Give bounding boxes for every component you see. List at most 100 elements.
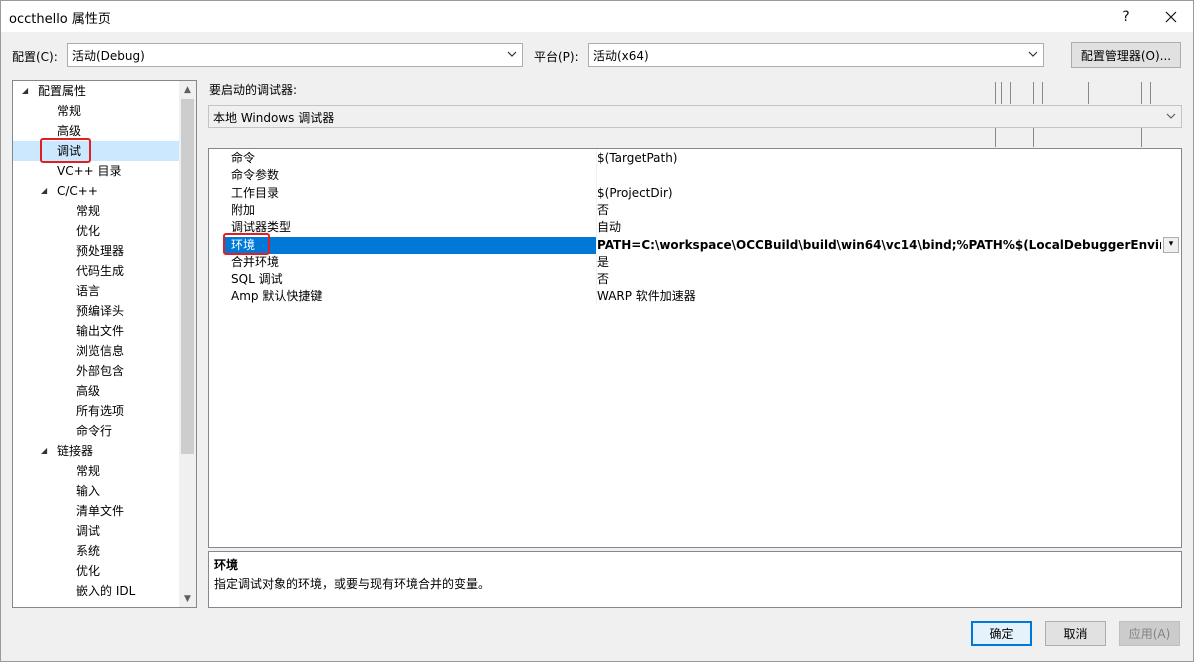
tree-item-label: 嵌入的 IDL (76, 584, 136, 598)
property-row[interactable]: 命令 $(TargetPath) (209, 150, 1181, 167)
cancel-button[interactable]: 取消 (1045, 621, 1106, 646)
tree-item[interactable]: 输出文件 (13, 321, 179, 341)
tree-item[interactable]: 输入 (13, 481, 179, 501)
tree-item-label: 命令行 (76, 424, 113, 438)
description-panel: 环境 指定调试对象的环境，或要与现有环境合并的变量。 (208, 551, 1182, 608)
tree-item[interactable]: ◢ 链接器 (13, 441, 179, 461)
property-grid[interactable]: 命令 $(TargetPath) 命令参数 工作目录 $(ProjectDir) 附加否调… (208, 148, 1182, 548)
debugger-select-value: 本地 Windows 调试器 (213, 111, 335, 125)
tree-item[interactable]: 语言 (13, 281, 179, 301)
property-value[interactable]: 否 (597, 202, 1161, 219)
tree-item-label: 优化 (76, 564, 101, 578)
property-value[interactable]: $(ProjectDir) (597, 185, 1161, 202)
property-name: Amp 默认快捷键 (231, 289, 323, 304)
tree-item[interactable]: 系统 (13, 541, 179, 561)
platform-label: 平台(P): (534, 50, 579, 64)
tree-item[interactable]: 调试 (13, 141, 179, 161)
tree-item[interactable]: 优化 (13, 221, 179, 241)
scroll-down-icon[interactable]: ▼ (179, 590, 196, 607)
expand-arrow-icon[interactable]: ◢ (41, 181, 47, 201)
divider (995, 128, 996, 147)
property-value[interactable]: 否 (597, 271, 1161, 288)
tree-item-label: 调试 (76, 524, 101, 538)
scroll-thumb[interactable] (181, 99, 194, 454)
tree-item-label: 所有选项 (76, 404, 125, 418)
property-row[interactable]: 附加 否 (209, 202, 1181, 219)
tree-item[interactable]: ◢ C/C++ (13, 181, 179, 201)
tree-item[interactable]: ◢ 配置属性 (13, 81, 179, 101)
expand-arrow-icon[interactable]: ◢ (41, 441, 47, 461)
tree-item-label: 语言 (76, 284, 101, 298)
ok-button[interactable]: 确定 (971, 621, 1032, 646)
chevron-down-icon (1027, 47, 1039, 61)
platform-select[interactable]: 活动(x64) (588, 43, 1044, 67)
tree-item-label: 高级 (57, 124, 82, 138)
dropdown-arrow-icon[interactable]: ▾ (1163, 236, 1179, 253)
property-value[interactable]: 自动 (597, 219, 1161, 236)
tree-item[interactable]: 常规 (13, 101, 179, 121)
tree-item-label: 外部包含 (76, 364, 125, 378)
tree-item[interactable]: 高级 (13, 381, 179, 401)
property-value[interactable]: $(TargetPath) (597, 150, 1161, 167)
property-row[interactable]: 工作目录 $(ProjectDir) (209, 185, 1181, 202)
tree-item-label: 预处理器 (76, 244, 125, 258)
property-value[interactable]: 是 (597, 254, 1161, 271)
divider (1042, 82, 1043, 104)
tree-item-label: 高级 (76, 384, 101, 398)
tree-item[interactable]: 调试 (13, 521, 179, 541)
tree-item-label: 代码生成 (76, 264, 125, 278)
tree-item[interactable]: 常规 (13, 461, 179, 481)
tree-item[interactable]: 预编译头 (13, 301, 179, 321)
apply-button[interactable]: 应用(A) (1119, 621, 1180, 646)
property-value[interactable]: WARP 软件加速器 (597, 288, 1161, 305)
tree-item[interactable]: 所有选项 (13, 401, 179, 421)
close-button[interactable] (1148, 1, 1194, 32)
property-row[interactable]: 调试器类型 自动 (209, 219, 1181, 236)
tree-item[interactable]: 清单文件 (13, 501, 179, 521)
divider (1010, 82, 1011, 104)
tree-item[interactable]: 嵌入的 IDL (13, 581, 179, 601)
tree-item-label: 预编译头 (76, 304, 125, 318)
tree-item[interactable]: 预处理器 (13, 241, 179, 261)
scroll-up-icon[interactable]: ▲ (179, 81, 196, 98)
expand-arrow-icon[interactable]: ◢ (22, 81, 28, 101)
description-text: 指定调试对象的环境，或要与现有环境合并的变量。 (214, 577, 491, 591)
title-bar: occthello 属性页 ? (0, 0, 1194, 32)
description-title: 环境 (214, 558, 239, 572)
property-name: 工作目录 (231, 185, 280, 200)
config-select-value: 活动(Debug) (72, 49, 145, 63)
close-icon (1165, 11, 1177, 22)
tree-item[interactable]: 代码生成 (13, 261, 179, 281)
tree-item[interactable]: VC++ 目录 (13, 161, 179, 181)
tree-item-label: 常规 (76, 464, 101, 478)
help-button[interactable]: ? (1103, 1, 1149, 32)
tree-item-label: 链接器 (57, 444, 94, 458)
divider (1088, 82, 1089, 104)
property-row[interactable]: 合并环境 是 (209, 254, 1181, 271)
property-value[interactable]: PATH=C:\workspace\OCCBuild\build\win64\v… (597, 237, 1161, 254)
property-row[interactable]: 环境 PATH=C:\workspace\OCCBuild\build\win64… (209, 236, 1181, 254)
tree-item[interactable]: 常规 (13, 201, 179, 221)
divider (1150, 82, 1151, 104)
tree-item[interactable]: 命令行 (13, 421, 179, 441)
property-row[interactable]: 命令参数 (209, 167, 1181, 184)
divider (1141, 128, 1142, 147)
tree-item-label: 系统 (76, 544, 101, 558)
tree-item-label: 优化 (76, 224, 101, 238)
config-select[interactable]: 活动(Debug) (67, 43, 523, 67)
debugger-select[interactable]: 本地 Windows 调试器 (208, 105, 1182, 128)
tree-item[interactable]: 高级 (13, 121, 179, 141)
tree-item-label: C/C++ (57, 184, 98, 198)
tree-item-label: 浏览信息 (76, 344, 125, 358)
property-row[interactable]: SQL 调试 否 (209, 271, 1181, 288)
config-manager-button[interactable]: 配置管理器(O)... (1071, 42, 1181, 68)
tree-item[interactable]: 优化 (13, 561, 179, 581)
tree-item[interactable]: 外部包含 (13, 361, 179, 381)
tree-item[interactable]: 浏览信息 (13, 341, 179, 361)
window-title: occthello 属性页 (9, 12, 111, 27)
tree-scrollbar[interactable]: ▲ ▼ (179, 81, 196, 607)
chevron-down-icon (506, 47, 518, 61)
platform-select-value: 活动(x64) (593, 49, 649, 63)
property-name: 附加 (231, 202, 256, 217)
property-row[interactable]: Amp 默认快捷键 WARP 软件加速器 (209, 288, 1181, 305)
